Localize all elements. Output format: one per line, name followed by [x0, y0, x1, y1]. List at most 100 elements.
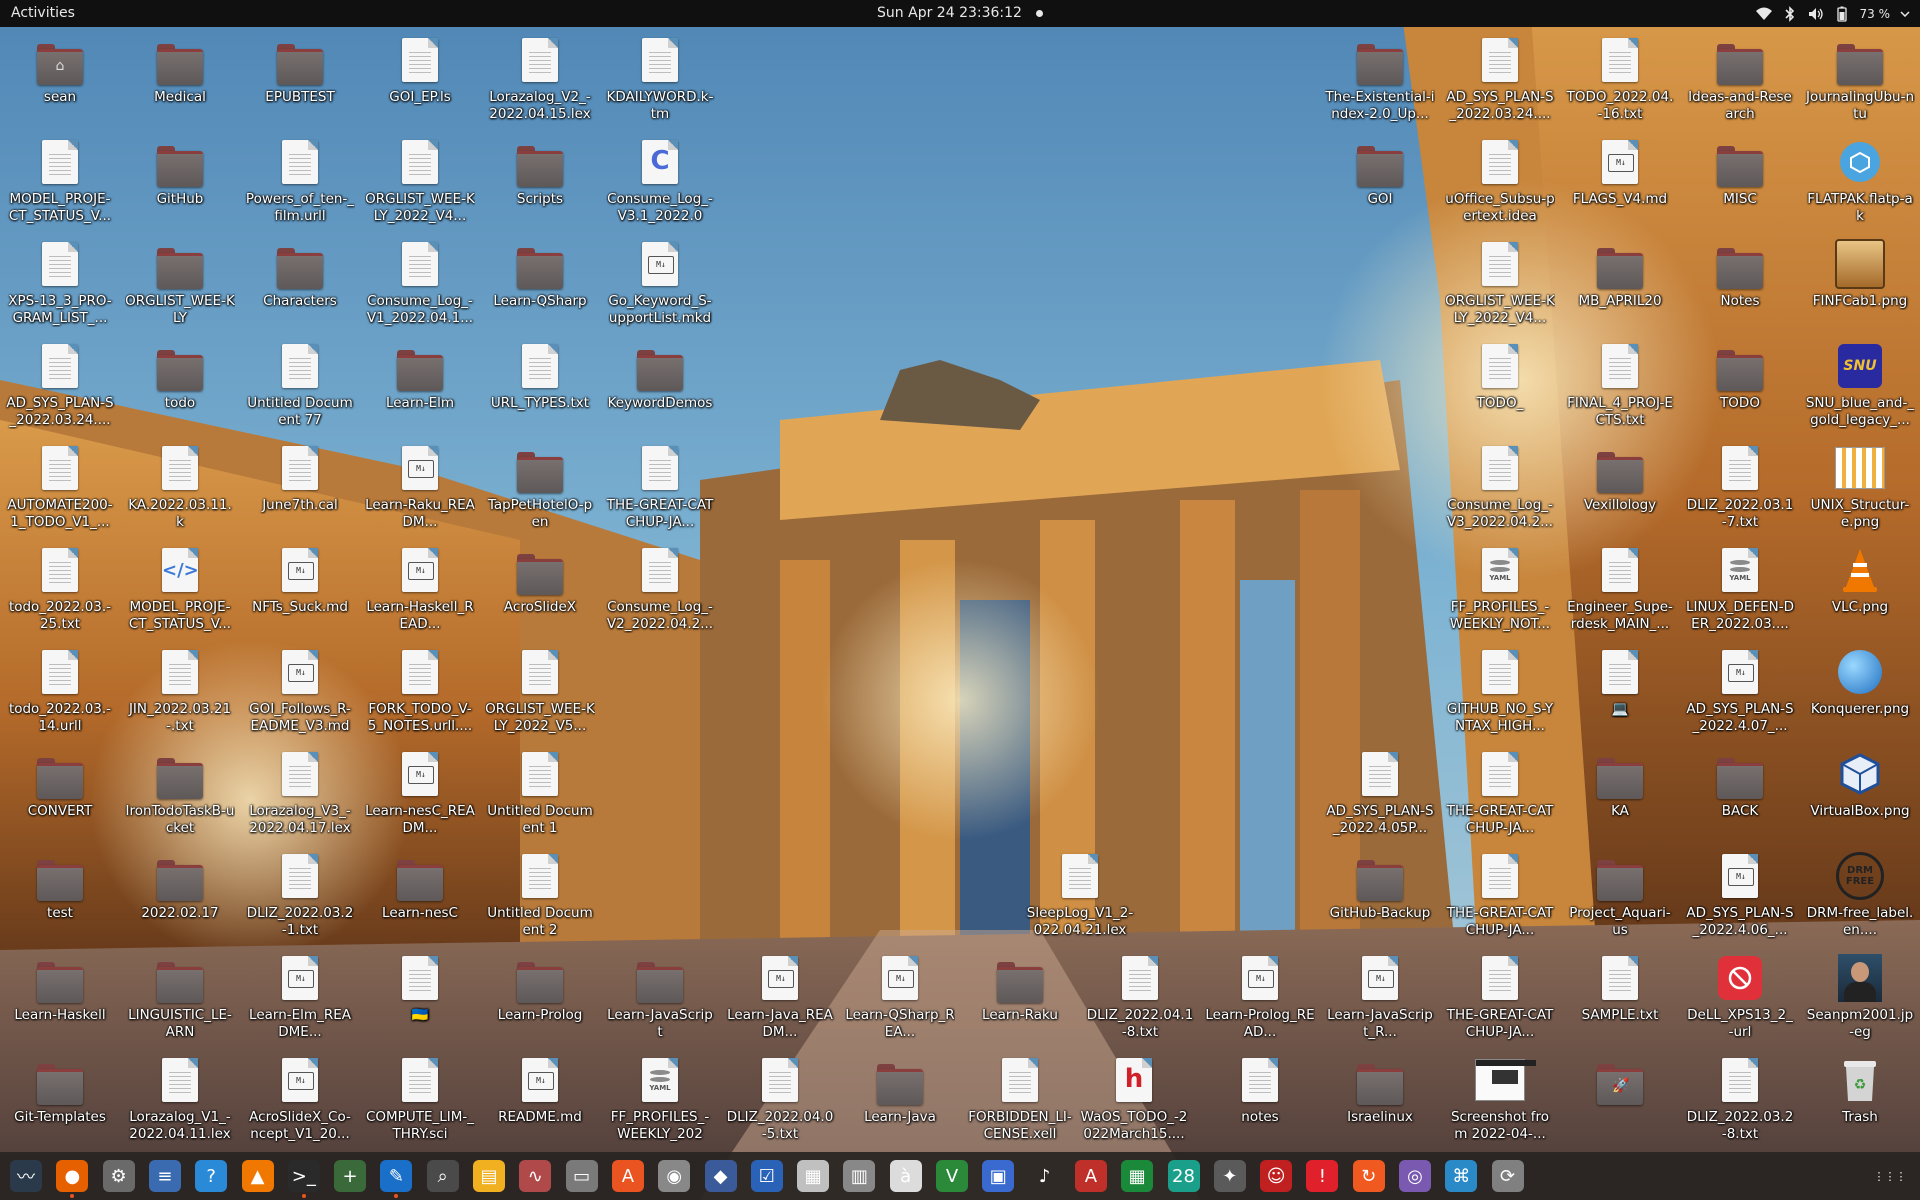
volume-icon[interactable]: [1808, 6, 1824, 22]
desktop-item-file-consume-log-v3-1-2022-04[interactable]: C Consume_Log_-V3.1_2022.04....: [604, 133, 716, 233]
desktop-item-file-model-proje-ct-status-v[interactable]: </> MODEL_PROJE-CT_STATUS_V...: [124, 541, 236, 641]
dock-text-editor-button[interactable]: ✎: [380, 1160, 413, 1198]
desktop-item-file-learn-nesc-readm[interactable]: M↓ Learn-nesC_READM...: [364, 745, 476, 845]
dock-waveform-button[interactable]: ∿: [519, 1160, 552, 1192]
desktop-item-folder-linguistic-le-arn[interactable]: LINGUISTIC_LE-ARN: [124, 949, 236, 1049]
dock-character-map-button[interactable]: à: [889, 1160, 922, 1192]
desktop-item-file-unix-structur-e-png[interactable]: UNIX_Structur-e.png: [1804, 439, 1916, 539]
desktop-item-file-lorazalog-v3-2022-04-17-lex[interactable]: Lorazalog_V3_-2022.04.17.lex: [244, 745, 356, 845]
desktop-item-file-flatpak-flatp-ak[interactable]: FLATPAK.flatp-ak: [1804, 133, 1916, 233]
dock-software-store-button[interactable]: A: [611, 1160, 644, 1192]
desktop-item-file-orglist-wee-kly-2022-v4[interactable]: ORGLIST_WEE-KLY_2022_V4...: [364, 133, 476, 233]
desktop-item-file-go-keyword-s-upportlist-mkd[interactable]: M↓ Go_Keyword_S-upportList.mkd: [604, 235, 716, 335]
desktop-item-file-orglist-wee-kly-2022-v5[interactable]: ORGLIST_WEE-KLY_2022_V5...: [484, 643, 596, 743]
desktop-item-folder-learn-prolog[interactable]: Learn-Prolog: [484, 949, 596, 1049]
desktop-item-file-the-great-catchup-ja[interactable]: THE-GREAT-CATCHUP-JA...: [1444, 745, 1556, 845]
dock-web-browser-button[interactable]: ◆: [704, 1160, 737, 1192]
dock-alert-button[interactable]: !: [1306, 1160, 1339, 1192]
desktop-item-folder-vexillology[interactable]: Vexillology: [1564, 439, 1676, 539]
dock-archive-manager-button[interactable]: ▥: [843, 1160, 876, 1192]
desktop-item-file-learn-raku-readm[interactable]: M↓ Learn-Raku_READM...: [364, 439, 476, 539]
desktop-item-file-vlc-png[interactable]: VLC.png: [1804, 541, 1916, 641]
desktop-item-file-ka-2022-03-11-k[interactable]: KA.2022.03.11.k: [124, 439, 236, 539]
desktop-item-folder-convert[interactable]: CONVERT: [4, 745, 116, 845]
dock-show-applications-button[interactable]: ⋮⋮⋮: [1874, 1160, 1907, 1192]
desktop-item-file-forbidden-li-cense-xell[interactable]: FORBIDDEN_LI-CENSE.xell: [964, 1051, 1076, 1151]
desktop-item-file-konquerer-png[interactable]: Konquerer.png: [1804, 643, 1916, 743]
desktop-item-folder-goi[interactable]: GOI: [1324, 133, 1436, 233]
dock-mario-button[interactable]: ☺: [1260, 1160, 1293, 1192]
battery-percentage[interactable]: 73 %: [1860, 7, 1891, 21]
desktop-item-file-kdailyword-k-tm[interactable]: KDAILYWORD.k-tm: [604, 31, 716, 131]
desktop-item-file-trash[interactable]: ♻ Trash: [1804, 1051, 1916, 1151]
desktop-item-folder-irontodotaskb-ucket[interactable]: IronTodoTaskB-ucket: [124, 745, 236, 845]
dock-spreadsheet-button[interactable]: ▦: [1121, 1160, 1154, 1192]
desktop-item-folder-learn-nesc[interactable]: Learn-nesC: [364, 847, 476, 947]
desktop-item-file-learn-haskell-read[interactable]: M↓ Learn-Haskell_READ...: [364, 541, 476, 641]
dock-vim-button[interactable]: V: [936, 1160, 968, 1192]
dock-games-button[interactable]: ✦: [1213, 1160, 1246, 1192]
desktop-item-file-drm-free-label-en[interactable]: DRM FREE DRM-free_label.en....: [1804, 847, 1916, 947]
dock-updater-button[interactable]: ⟳: [1491, 1160, 1524, 1192]
desktop-item-file-sleeplog-v1-2-022-04-21-lex[interactable]: SleepLog_V1_2-022.04.21.lex: [1024, 847, 1136, 947]
desktop-item-folder-notes[interactable]: Notes: [1684, 235, 1796, 335]
desktop-item-folder-the-existential-index-2-0-up[interactable]: The-Existential-index-2.0_Up...: [1324, 31, 1436, 131]
dock-help-button[interactable]: ?: [195, 1160, 228, 1192]
desktop-item-file-the-great-catchup-ja[interactable]: THE-GREAT-CATCHUP-JA...: [1444, 949, 1556, 1049]
desktop-item-file-dell-xps13-2-url[interactable]: DeLL_XPS13_2_-url: [1684, 949, 1796, 1049]
desktop-item-file-dliz-2022-04-0-5-txt[interactable]: DLIZ_2022.04.0-5.txt: [724, 1051, 836, 1151]
dock-office-writer-button[interactable]: ▤: [473, 1160, 505, 1192]
desktop-item-file-untitled-document-77[interactable]: Untitled Document 77: [244, 337, 356, 437]
desktop-item-folder-learn-elm[interactable]: Learn-Elm: [364, 337, 476, 437]
desktop-item-folder-learn-haskell[interactable]: Learn-Haskell: [4, 949, 116, 1049]
desktop-item-file-compute-lim-thry-sci[interactable]: COMPUTE_LIM-_THRY.sci: [364, 1051, 476, 1151]
desktop-item-file-lorazalog-v2-2022-04-15-lex[interactable]: Lorazalog_V2_-2022.04.15.lex: [484, 31, 596, 131]
desktop-item-file-ad-sys-plan-s-2022-03-24[interactable]: AD_SYS_PLAN-S_2022.03.24....: [4, 337, 116, 437]
desktop-item-folder-ka[interactable]: KA: [1564, 745, 1676, 845]
desktop-item-folder-learn-qsharp[interactable]: Learn-QSharp: [484, 235, 596, 335]
desktop-item-folder-back[interactable]: BACK: [1684, 745, 1796, 845]
desktop-item-folder-mb-april20[interactable]: MB_APRIL20: [1564, 235, 1676, 335]
desktop-item-file-consume-log-v3-2022-04-2[interactable]: Consume_Log_-V3_2022.04.2...: [1444, 439, 1556, 539]
desktop-item-folder-item[interactable]: 🚀: [1564, 1051, 1676, 1151]
dock-todo-list-button[interactable]: ☑: [750, 1160, 783, 1192]
desktop-item-file-seanpm2001-jp-eg[interactable]: Seanpm2001.jp-eg: [1804, 949, 1916, 1049]
bluetooth-icon[interactable]: [1782, 5, 1798, 22]
power-menu-icon[interactable]: [1900, 6, 1910, 22]
wifi-icon[interactable]: [1755, 6, 1772, 22]
desktop-item-file-item[interactable]: 🇺🇦: [364, 949, 476, 1049]
desktop-item-file-flags-v4-md[interactable]: M↓ FLAGS_V4.md: [1564, 133, 1676, 233]
desktop-item-folder-sean[interactable]: ⌂ sean: [4, 31, 116, 131]
system-tray[interactable]: 73 %: [1755, 0, 1911, 27]
dock-pdf-viewer-button[interactable]: A: [1074, 1160, 1107, 1192]
desktop-item-folder-test[interactable]: test: [4, 847, 116, 947]
desktop-item-file-learn-prolog-read[interactable]: M↓ Learn-Prolog_READ...: [1204, 949, 1316, 1049]
desktop-item-file-untitled-document-2[interactable]: Untitled Document 2: [484, 847, 596, 947]
desktop-item-file-goi-ep-ls[interactable]: GOI_EP.ls: [364, 31, 476, 131]
desktop-item-folder-ideas-and-research[interactable]: Ideas-and-Research: [1684, 31, 1796, 131]
desktop-item-folder-learn-raku[interactable]: Learn-Raku: [964, 949, 1076, 1049]
desktop-item-folder-github[interactable]: GitHub: [124, 133, 236, 233]
dock-new-tab-button[interactable]: +: [334, 1160, 367, 1192]
dock-screen-share-button[interactable]: ▣: [982, 1160, 1015, 1192]
desktop-item-file-todo-2022-04-16-txt[interactable]: TODO_2022.04.-16.txt: [1564, 31, 1676, 131]
desktop-item-file-nfts-suck-md[interactable]: M↓ NFTs_Suck.md: [244, 541, 356, 641]
dock-system-monitor-button[interactable]: 〰: [10, 1160, 42, 1192]
desktop-item-file-todo-2022-03-25-txt[interactable]: todo_2022.03.-25.txt: [4, 541, 116, 641]
desktop-item-file-todo[interactable]: TODO_: [1444, 337, 1556, 437]
desktop-item-file-jin-2022-03-21-txt[interactable]: JIN_2022.03.21-.txt: [124, 643, 236, 743]
desktop-item-folder-learn-java[interactable]: Learn-Java: [844, 1051, 956, 1151]
desktop-item-file-learn-java-readm[interactable]: M↓ Learn-Java_READM...: [724, 949, 836, 1049]
desktop-item-file-ad-sys-plan-s-2022-4-07[interactable]: M↓ AD_SYS_PLAN-S_2022.4.07_...: [1684, 643, 1796, 743]
dock-disc-burner-button[interactable]: ◉: [658, 1160, 691, 1192]
desktop-item-file-todo-2022-03-14-urll[interactable]: todo_2022.03.-14.urll: [4, 643, 116, 743]
desktop-item-file-consume-log-v1-2022-04-1[interactable]: Consume_Log_-V1_2022.04.1...: [364, 235, 476, 335]
desktop-item-file-waos-todo-2022march15[interactable]: h WaOS_TODO_-2022March15....: [1078, 1051, 1190, 1151]
desktop-item-file-powers-of-ten-film-urll[interactable]: Powers_of_ten-_film.urll: [244, 133, 356, 233]
desktop-item-file-the-great-catchup-ja[interactable]: THE-GREAT-CATCHUP-JA...: [1444, 847, 1556, 947]
dock-music-button[interactable]: ♪: [1029, 1160, 1061, 1192]
desktop-item-file-sample-txt[interactable]: SAMPLE.txt: [1564, 949, 1676, 1049]
desktop-item-file-readme-md[interactable]: M↓ README.md: [484, 1051, 596, 1151]
desktop-item-file-untitled-document-1[interactable]: Untitled Document 1: [484, 745, 596, 845]
dock-backup-button[interactable]: ↻: [1352, 1160, 1385, 1192]
